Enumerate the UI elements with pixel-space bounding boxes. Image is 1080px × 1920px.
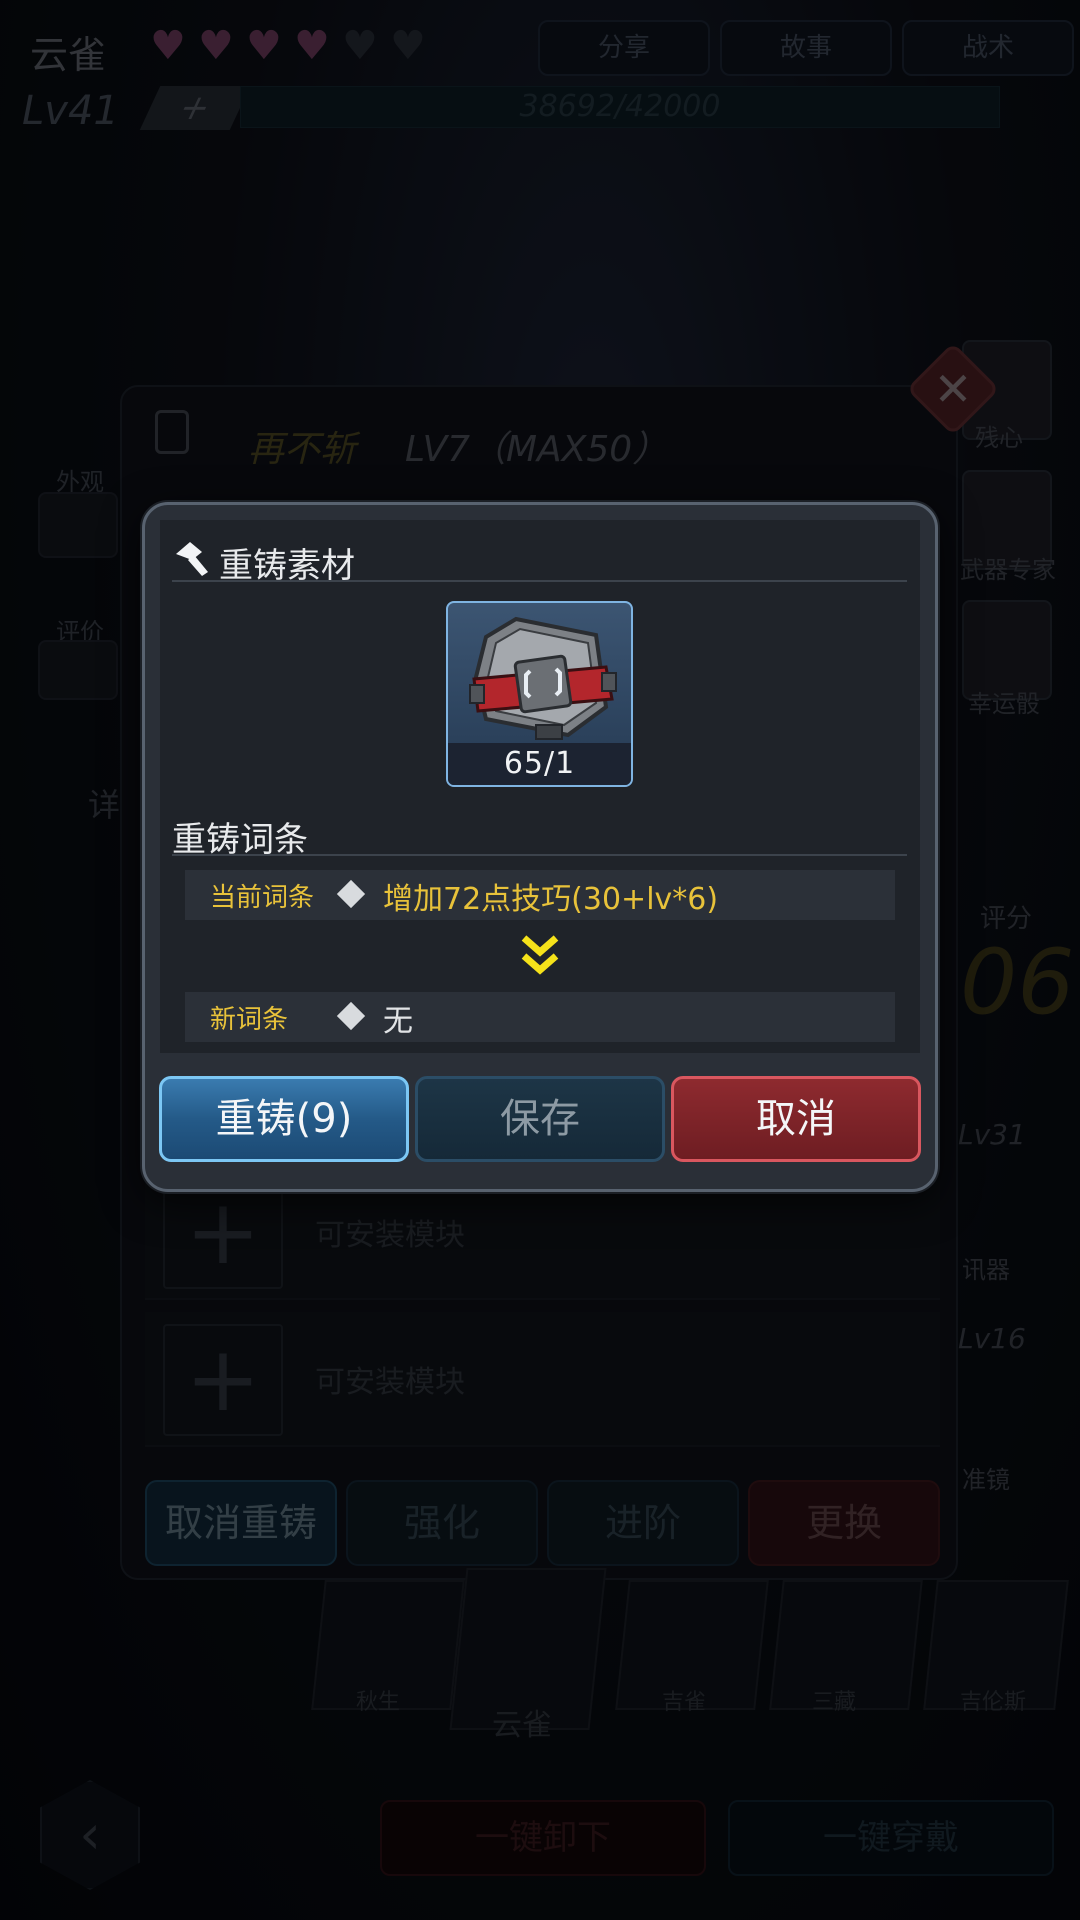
current-affix-value: 增加72点技巧(30+lv*6) bbox=[383, 882, 719, 917]
diamond-bullet-icon bbox=[336, 879, 366, 909]
affix-section-header: 重铸词条 bbox=[172, 810, 907, 860]
new-affix-row: 新词条 无 bbox=[185, 992, 895, 1042]
affix-section-title: 重铸词条 bbox=[172, 820, 308, 860]
hammer-icon bbox=[176, 542, 208, 576]
diamond-bullet-icon bbox=[336, 1001, 366, 1031]
current-affix-row: 当前词条 增加72点技巧(30+lv*6) bbox=[185, 870, 895, 920]
cancel-button[interactable]: 取消 bbox=[671, 1076, 921, 1162]
current-affix-label: 当前词条 bbox=[210, 883, 315, 913]
material-count: 65/1 bbox=[503, 746, 576, 781]
double-chevron-down-icon bbox=[521, 935, 559, 975]
reforge-button[interactable]: 重铸(9) bbox=[159, 1076, 409, 1162]
save-button[interactable]: 保存 bbox=[415, 1076, 665, 1162]
material-section-header: 重铸素材 bbox=[172, 536, 907, 586]
new-affix-value: 无 bbox=[383, 1004, 413, 1039]
reforge-chip-icon bbox=[469, 616, 617, 740]
new-affix-label: 新词条 bbox=[210, 1005, 289, 1035]
reforge-material-item[interactable]: 65/1 bbox=[446, 601, 633, 787]
material-section-title: 重铸素材 bbox=[219, 546, 355, 586]
